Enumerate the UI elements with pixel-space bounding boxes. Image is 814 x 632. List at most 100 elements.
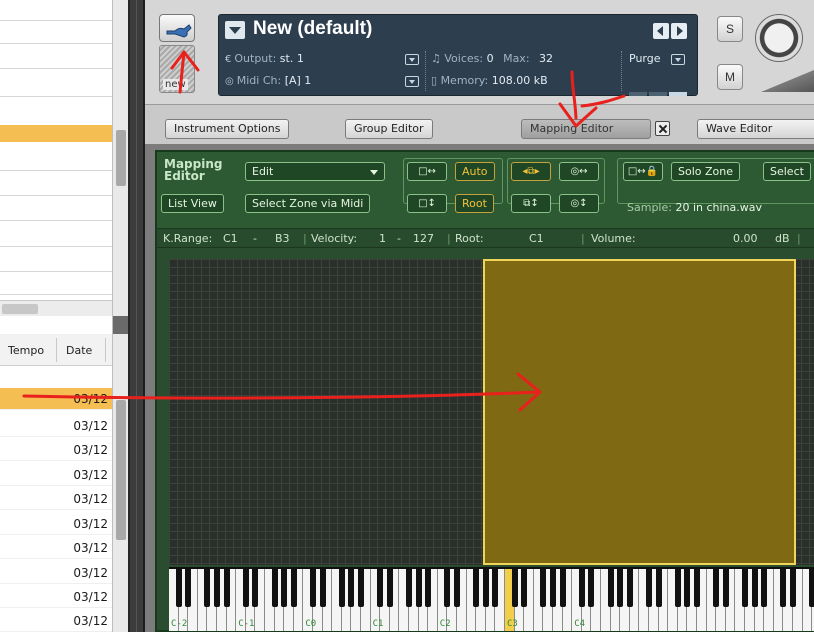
file-row-date[interactable]: 03/12: [0, 513, 112, 535]
next-instrument-button[interactable]: [671, 23, 687, 39]
piano-black-key[interactable]: [204, 569, 211, 607]
purge-dropdown[interactable]: [671, 54, 685, 65]
tab-instrument-options[interactable]: Instrument Options: [165, 119, 290, 139]
piano-black-key[interactable]: [617, 569, 624, 607]
output-dropdown[interactable]: [405, 54, 419, 65]
piano-black-key[interactable]: [406, 569, 412, 607]
scrollbar-thumb[interactable]: [116, 130, 126, 186]
file-row-date[interactable]: 03/12: [0, 388, 112, 410]
mapping-grid[interactable]: [169, 259, 814, 565]
pane-divider[interactable]: [128, 0, 145, 632]
instrument-name[interactable]: New (default): [253, 18, 372, 40]
piano-black-key[interactable]: [809, 569, 814, 607]
piano-black-key[interactable]: [588, 569, 595, 607]
scrollbar-thumb[interactable]: [116, 400, 126, 540]
piano-black-key[interactable]: [684, 569, 691, 607]
piano-black-key[interactable]: [242, 569, 249, 607]
mute-button[interactable]: M: [717, 64, 743, 90]
file-row-date[interactable]: 03/12: [0, 562, 112, 584]
krange-high[interactable]: B3: [275, 232, 290, 245]
piano-black-key[interactable]: [540, 569, 547, 607]
piano-black-key[interactable]: [386, 569, 393, 607]
file-row-date[interactable]: 03/12: [0, 439, 112, 461]
instrument-edit-button[interactable]: [159, 14, 195, 42]
piano-black-key[interactable]: [185, 569, 192, 607]
midi-dropdown[interactable]: [405, 76, 419, 87]
piano-black-key[interactable]: [310, 569, 316, 607]
piano-black-key[interactable]: [655, 569, 662, 607]
piano-black-key[interactable]: [646, 569, 652, 607]
root-button[interactable]: Root: [455, 194, 494, 213]
piano-black-key[interactable]: [607, 569, 614, 607]
output-value[interactable]: st. 1: [280, 52, 304, 65]
file-row-date[interactable]: 03/12: [0, 464, 112, 486]
move-zone-horizontal-button[interactable]: ◂⧉▸: [511, 162, 551, 181]
instrument-menu-button[interactable]: [225, 21, 245, 39]
piano-black-key[interactable]: [281, 569, 288, 607]
key-range-stretch-button[interactable]: □↔: [407, 162, 447, 181]
piano-black-key[interactable]: [722, 569, 729, 607]
sample-zone[interactable]: [483, 259, 796, 565]
solo-zone-button[interactable]: Solo Zone: [671, 162, 740, 181]
velocity-stretch-button[interactable]: □↕: [407, 194, 447, 213]
piano-black-key[interactable]: [694, 569, 700, 607]
volume-value[interactable]: 0.00: [733, 232, 758, 245]
midi-value[interactable]: [A] 1: [285, 74, 312, 87]
close-icon[interactable]: [655, 121, 670, 136]
piano-black-key[interactable]: [492, 569, 499, 607]
mapping-keyboard[interactable]: C-2 C-1 C0 C1 C2 C3 C4: [169, 567, 814, 631]
piano-black-key[interactable]: [761, 569, 768, 607]
piano-black-key[interactable]: [713, 569, 720, 607]
max-voices-value[interactable]: 32: [539, 52, 553, 65]
piano-black-key[interactable]: [674, 569, 681, 607]
piano-black-key[interactable]: [271, 569, 278, 607]
volume-slider[interactable]: [761, 70, 814, 92]
selected-file-row[interactable]: [0, 125, 112, 142]
panel-splitter[interactable]: [113, 316, 129, 334]
lock-zone-button[interactable]: □↔🔒: [623, 162, 663, 181]
auto-map-button[interactable]: Auto: [455, 162, 495, 181]
piano-black-key[interactable]: [511, 569, 518, 607]
piano-black-key[interactable]: [742, 569, 748, 607]
piano-black-key[interactable]: [377, 569, 384, 607]
piano-black-key[interactable]: [214, 569, 220, 607]
tune-knob[interactable]: [755, 14, 803, 62]
prev-instrument-button[interactable]: [653, 23, 669, 39]
midi-range-vertical-button[interactable]: ◎↕: [559, 194, 599, 213]
piano-black-key[interactable]: [559, 569, 566, 607]
piano-black-key[interactable]: [780, 569, 787, 607]
krange-low[interactable]: C1: [223, 232, 238, 245]
file-row-date[interactable]: 03/12: [0, 610, 112, 632]
velocity-low[interactable]: 1: [379, 232, 386, 245]
tab-mapping-editor[interactable]: Mapping Editor: [521, 119, 651, 139]
piano-black-key[interactable]: [454, 569, 460, 607]
select-zone-via-midi-button[interactable]: Select Zone via Midi: [245, 194, 371, 213]
column-header-tempo[interactable]: Tempo: [8, 344, 44, 357]
piano-black-key[interactable]: [751, 569, 758, 607]
piano-black-key[interactable]: [290, 569, 297, 607]
column-header-date[interactable]: Date: [66, 344, 92, 357]
file-row-date[interactable]: 03/12: [0, 488, 112, 510]
piano-black-key[interactable]: [338, 569, 345, 607]
piano-black-key[interactable]: [175, 569, 182, 607]
piano-black-key[interactable]: [790, 569, 796, 607]
piano-black-key[interactable]: [578, 569, 585, 607]
root-value[interactable]: C1: [529, 232, 544, 245]
piano-black-key[interactable]: [348, 569, 355, 607]
piano-black-key[interactable]: [444, 569, 451, 607]
file-row-date[interactable]: 03/12: [0, 537, 112, 559]
piano-black-key[interactable]: [415, 569, 422, 607]
file-row-date[interactable]: 03/12: [0, 586, 112, 608]
select-button[interactable]: Select: [763, 162, 811, 181]
piano-black-key[interactable]: [482, 569, 489, 607]
piano-black-key[interactable]: [425, 569, 432, 607]
velocity-high[interactable]: 127: [413, 232, 434, 245]
file-row-date[interactable]: 03/12: [0, 415, 112, 437]
scrollbar-thumb[interactable]: [2, 304, 38, 314]
move-zone-vertical-button[interactable]: ⧉↕: [511, 194, 551, 213]
list-view-button[interactable]: List View: [161, 194, 224, 213]
tab-wave-editor[interactable]: Wave Editor: [697, 119, 814, 139]
edit-menu-dropdown[interactable]: Edit: [245, 162, 385, 181]
tab-group-editor[interactable]: Group Editor: [345, 119, 433, 139]
piano-black-key[interactable]: [223, 569, 230, 607]
